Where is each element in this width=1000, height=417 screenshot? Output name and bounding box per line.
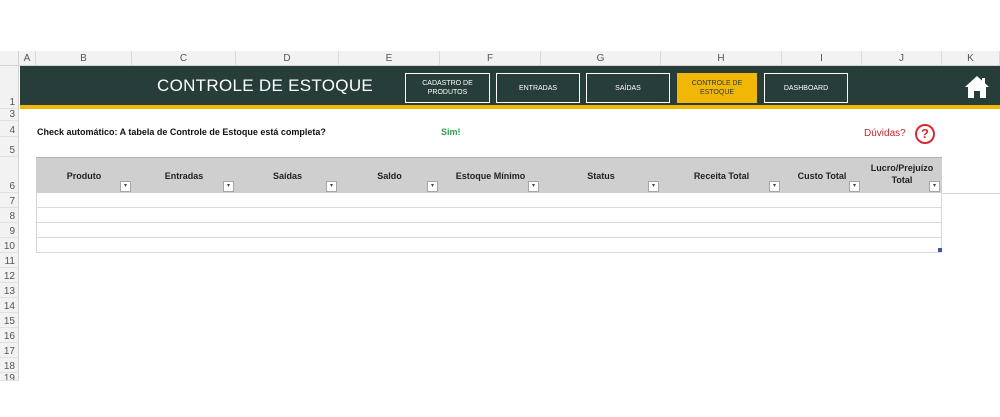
table-row[interactable]	[36, 193, 942, 208]
column-header-row: A B C D E F G H I J K	[0, 51, 1000, 66]
nav-button-entradas[interactable]: ENTRADAS	[496, 73, 580, 103]
row-header-11[interactable]: 11	[0, 253, 19, 268]
row-header-9[interactable]: 9	[0, 223, 19, 238]
table-header-saldo: Saldo	[377, 171, 402, 181]
nav-button-dashboard[interactable]: DASHBOARD	[764, 73, 848, 103]
divider	[942, 193, 1000, 194]
filter-dropdown-icon[interactable]: ▾	[528, 181, 539, 192]
help-label[interactable]: Dúvidas?	[864, 128, 906, 139]
filter-dropdown-icon[interactable]: ▾	[849, 181, 860, 192]
check-status-value: Sim!	[441, 127, 461, 137]
column-header-d[interactable]: D	[236, 51, 339, 66]
row-header-13[interactable]: 13	[0, 283, 19, 298]
table-header-produto: Produto	[66, 171, 102, 181]
stock-table-header: Produto ▾ Entradas ▾ Saídas ▾ Saldo ▾ Es…	[36, 157, 942, 193]
row-header-12[interactable]: 12	[0, 268, 19, 283]
row-header-19[interactable]: 19	[0, 373, 19, 381]
help-question-icon[interactable]: ?	[915, 124, 935, 144]
nav-button-controle-estoque[interactable]: CONTROLE DE ESTOQUE	[677, 73, 757, 103]
table-header-status: Status	[587, 171, 615, 181]
home-icon[interactable]	[964, 74, 990, 100]
row-header-4[interactable]: 4	[0, 121, 19, 137]
column-header-c[interactable]: C	[132, 51, 236, 66]
row-header-7[interactable]: 7	[0, 193, 19, 208]
check-question-label: Check automático: A tabela de Controle d…	[37, 127, 326, 137]
filter-dropdown-icon[interactable]: ▾	[929, 181, 940, 192]
page-title: CONTROLE DE ESTOQUE	[157, 76, 374, 95]
column-header-g[interactable]: G	[541, 51, 661, 66]
nav-button-saidas[interactable]: SAÍDAS	[586, 73, 670, 103]
row-header-6[interactable]: 6	[0, 157, 19, 193]
row-header-5[interactable]: 5	[0, 137, 19, 157]
filter-dropdown-icon[interactable]: ▾	[223, 181, 234, 192]
column-header-f[interactable]: F	[440, 51, 541, 66]
row-header-14[interactable]: 14	[0, 298, 19, 313]
column-header-a[interactable]: A	[19, 51, 36, 66]
table-header-receita-total: Receita Total	[693, 171, 750, 181]
row-header-16[interactable]: 16	[0, 328, 19, 343]
row-header-3[interactable]: 3	[0, 109, 19, 121]
row-header-15[interactable]: 15	[0, 313, 19, 328]
row-header-18[interactable]: 18	[0, 358, 19, 373]
nav-button-cadastro-produtos[interactable]: CADASTRO DE PRODUTOS	[405, 73, 490, 103]
column-header-j[interactable]: J	[862, 51, 942, 66]
column-header-i[interactable]: I	[782, 51, 862, 66]
column-header-b[interactable]: B	[36, 51, 132, 66]
header-banner: CONTROLE DE ESTOQUE CADASTRO DE PRODUTOS…	[20, 66, 1000, 109]
table-resize-handle[interactable]	[938, 248, 942, 252]
column-header-h[interactable]: H	[661, 51, 782, 66]
table-header-entradas: Entradas	[164, 171, 204, 181]
table-row[interactable]	[36, 208, 942, 223]
filter-dropdown-icon[interactable]: ▾	[120, 181, 131, 192]
column-header-e[interactable]: E	[339, 51, 440, 66]
table-row[interactable]	[36, 223, 942, 238]
table-header-estoque-minimo: Estoque Mínimo	[455, 171, 526, 181]
filter-dropdown-icon[interactable]: ▾	[648, 181, 659, 192]
row-header-8[interactable]: 8	[0, 208, 19, 223]
column-header-k[interactable]: K	[942, 51, 1000, 66]
filter-dropdown-icon[interactable]: ▾	[326, 181, 337, 192]
row-header-1[interactable]: 1	[0, 66, 19, 109]
table-row[interactable]	[36, 238, 942, 253]
row-header-10[interactable]: 10	[0, 238, 19, 253]
table-header-saidas: Saídas	[272, 171, 303, 181]
select-all-corner[interactable]	[0, 51, 19, 66]
row-header-17[interactable]: 17	[0, 343, 19, 358]
filter-dropdown-icon[interactable]: ▾	[427, 181, 438, 192]
filter-dropdown-icon[interactable]: ▾	[769, 181, 780, 192]
